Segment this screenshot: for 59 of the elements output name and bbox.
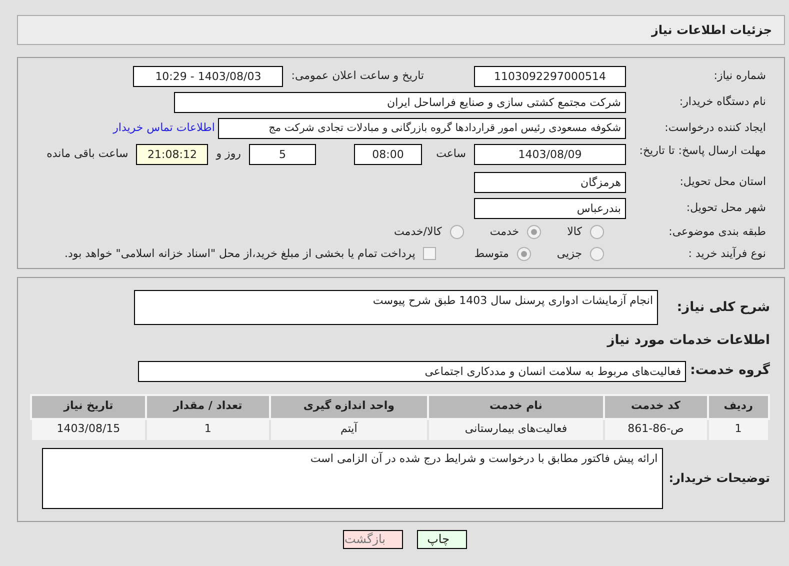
column-header: واحد اندازه گیری (270, 394, 428, 418)
table-cell: فعالیت‌های بیمارستانی (428, 418, 604, 440)
text-field[interactable]: شکوفه مسعودی رئیس امور قراردادها گروه بازرگانی و مبادلات تجادی شرکت مج (218, 118, 626, 139)
table-cell: آیتم (270, 418, 428, 440)
checkbox[interactable] (423, 247, 436, 260)
radio-button[interactable] (516, 246, 531, 261)
table-cell: 1 (708, 418, 769, 440)
field-label: کالا/خدمت (394, 224, 442, 240)
column-header: تاریخ نیاز (31, 394, 146, 418)
field-label: گروه خدمت: (689, 361, 770, 380)
text-field[interactable]: شرکت مجتمع کشتی سازی و صنایع فراساحل ایران (174, 92, 626, 113)
text-field[interactable]: بندرعباس (474, 198, 626, 219)
buyer-contact-link[interactable]: اطلاعات تماس خریدار (113, 120, 215, 137)
table-cell: ص-86-861 (604, 418, 708, 440)
field-label: روز و (216, 146, 241, 162)
field-label: متوسط (474, 246, 509, 262)
field-label: ایجاد کننده درخواست: (664, 120, 766, 136)
field-label: شهر محل تحویل: (685, 200, 766, 216)
field-label: خدمت (490, 224, 520, 240)
radio-button[interactable] (450, 225, 464, 240)
field-label: جزیی (556, 246, 582, 262)
radio-button[interactable] (590, 225, 604, 240)
text-field[interactable]: 08:00 (354, 144, 422, 165)
column-header: کد خدمت (604, 394, 708, 418)
field-label: نام دستگاه خریدار: (678, 94, 766, 110)
field-label: طبقه بندی موضوعی: (668, 224, 766, 240)
text-field[interactable]: 1103092297000514 (474, 66, 626, 87)
page-title: جزئیات اطلاعات نیاز (651, 22, 772, 39)
section-heading: اطلاعات خدمات مورد نیاز (607, 332, 770, 350)
column-header: ردیف (708, 394, 769, 418)
radio-button[interactable] (527, 225, 542, 240)
field-label: ساعت (435, 146, 466, 162)
field-label: مهلت ارسال پاسخ: تا تاریخ: (638, 144, 766, 158)
notes-text: ارائه پیش فاکتور مطابق با درخواست و شرایط درج شده در آن الزامی است (310, 452, 658, 464)
field-label: نوع فرآیند خرید : (687, 246, 766, 262)
text-field[interactable]: هرمزگان (474, 172, 626, 193)
field-label: ساعت باقی مانده (46, 146, 128, 162)
radio-button[interactable] (590, 246, 604, 261)
field-label: شماره نیاز: (712, 68, 766, 84)
print-button[interactable]: چاپ (416, 530, 466, 548)
field-label: پرداخت تمام یا بخشی از مبلغ خرید،از محل "اسناد خزانه اسلامی" خواهد بود. (64, 246, 416, 262)
column-header: تعداد / مقدار (146, 394, 270, 418)
field-label: شرح کلی نیاز: (676, 299, 770, 317)
summary-textarea[interactable]: انجام آزمایشات ادواری پرسنل سال 1403 طبق شرح پیوست (134, 290, 658, 325)
field-label: توضیحات خریدار: (668, 470, 770, 487)
table-cell: 1 (146, 418, 270, 440)
field-label: تاریخ و ساعت اعلان عمومی: (291, 68, 424, 84)
text-field[interactable]: 1403/08/09 (474, 144, 626, 165)
notes-textarea[interactable]: ارائه پیش فاکتور مطابق با درخواست و شرایط درج شده در آن الزامی است (42, 448, 663, 508)
summary-text: انجام آزمایشات ادواری پرسنل سال 1403 طبق شرح پیوست (372, 294, 653, 307)
column-header: نام خدمت (428, 394, 604, 418)
back-button[interactable]: بازگشت (342, 530, 402, 548)
field-label: استان محل تحویل: (678, 174, 766, 190)
service-group-field[interactable]: فعالیت‌های مربوط به سلامت انسان و مددکاری اجتماعی (138, 360, 686, 382)
text-field[interactable]: 5 (249, 144, 316, 165)
table-cell: 1403/08/15 (31, 418, 146, 440)
text-field[interactable]: 1403/08/03 - 10:29 (133, 66, 284, 87)
text-field[interactable]: 21:08:12 (136, 144, 208, 165)
field-label: کالا (567, 224, 582, 240)
